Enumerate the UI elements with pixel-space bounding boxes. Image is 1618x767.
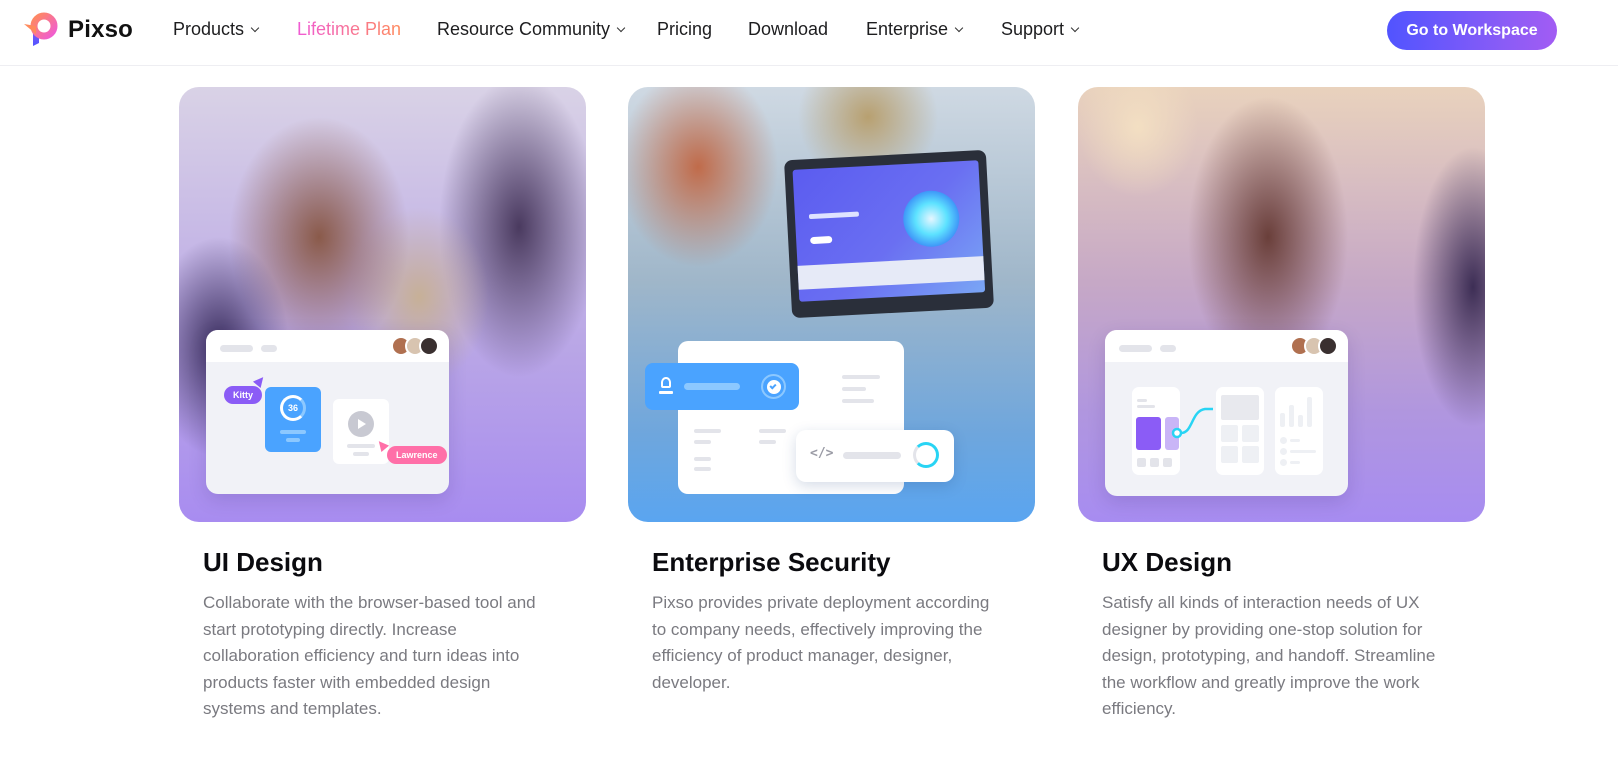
placeholder-bar	[694, 429, 721, 433]
placeholder-bar	[261, 345, 277, 352]
security-status-bar	[645, 363, 799, 410]
screen-graphic	[901, 189, 961, 249]
nav-products-label: Products	[173, 19, 245, 39]
check-circle-icon	[761, 374, 786, 399]
nav-enterprise-label: Enterprise	[866, 19, 949, 39]
ux-design-illustration	[1078, 87, 1485, 522]
collaborator-avatars	[1290, 336, 1338, 356]
ui-design-illustration: Kitty 36 Lawrence	[179, 87, 586, 522]
placeholder-bar	[843, 452, 901, 459]
nav-lifetime-plan[interactable]: Lifetime Plan	[297, 19, 401, 40]
placeholder-band	[797, 256, 985, 290]
nav-lifetime-plan-label: Lifetime Plan	[297, 19, 402, 39]
placeholder-bar	[684, 383, 740, 390]
nav-download[interactable]: Download	[748, 19, 828, 40]
avatar	[419, 336, 439, 356]
nav-resource-community[interactable]: Resource Community	[437, 19, 626, 40]
avatar	[1318, 336, 1338, 356]
progress-card: 36	[265, 387, 321, 452]
placeholder-bar	[694, 457, 711, 461]
code-icon: </>	[810, 446, 834, 461]
placeholder-bar	[1119, 345, 1152, 352]
card-title: UX Design	[1102, 547, 1233, 577]
pixso-logo-icon	[24, 12, 58, 46]
chevron-down-icon	[616, 23, 626, 32]
go-to-workspace-button[interactable]: Go to Workspace	[1387, 11, 1557, 50]
collaborator-avatars	[391, 336, 439, 356]
mock-window-header	[206, 330, 449, 362]
nav-download-label: Download	[748, 19, 829, 39]
card-title: UI Design	[203, 547, 323, 577]
placeholder-bar	[842, 375, 880, 379]
nav-support-label: Support	[1001, 19, 1065, 39]
placeholder-bar	[694, 440, 711, 444]
enterprise-security-illustration: </>	[628, 87, 1035, 522]
nav-pricing[interactable]: Pricing	[657, 19, 712, 40]
placeholder-bar	[842, 387, 866, 391]
pen-nib-icon	[659, 377, 673, 395]
placeholder-bar	[353, 452, 369, 456]
nav-resource-community-label: Resource Community	[437, 19, 611, 39]
placeholder-bar	[759, 440, 776, 444]
card-description: Satisfy all kinds of interaction needs o…	[1102, 593, 1436, 718]
placeholder-bar	[842, 399, 874, 403]
chevron-down-icon	[250, 23, 260, 32]
card-title: Enterprise Security	[652, 547, 891, 577]
chevron-down-icon	[1070, 23, 1080, 32]
placeholder-bar	[1160, 345, 1176, 352]
monitor-screen	[792, 160, 986, 302]
placeholder-bar	[759, 429, 786, 433]
nav-enterprise[interactable]: Enterprise	[866, 19, 964, 40]
placeholder-bar	[220, 345, 253, 352]
selected-block	[1136, 417, 1161, 450]
collaborator-tag-kitty: Kitty	[224, 386, 262, 404]
video-card	[333, 399, 389, 464]
placeholder-bar	[286, 438, 300, 442]
loading-ring-icon	[913, 442, 939, 468]
nav-products[interactable]: Products	[173, 19, 260, 40]
play-icon	[348, 411, 374, 437]
collaborator-tag-lawrence: Lawrence	[387, 446, 447, 464]
brand-name: Pixso	[68, 16, 134, 43]
top-navigation: Pixso Products Lifetime Plan Resource Co…	[0, 0, 1618, 66]
phone-frame	[1216, 387, 1264, 475]
feature-card-enterprise-security: </> Enterprise Security Pixso provides p…	[628, 87, 1035, 692]
placeholder-bar	[280, 430, 306, 434]
feature-card-ui-design: Kitty 36 Lawrence UI Design Collaborate …	[179, 87, 586, 718]
card-description: Collaborate with the browser-based tool …	[203, 593, 536, 718]
mock-design-window: Kitty 36 Lawrence	[206, 330, 449, 494]
placeholder-bar	[694, 467, 711, 471]
placeholder-bar	[347, 444, 375, 448]
mock-window-header	[1105, 330, 1348, 362]
chevron-down-icon	[954, 23, 964, 32]
placeholder-button	[810, 235, 833, 245]
nav-pricing-label: Pricing	[657, 19, 713, 39]
mock-prototype-window	[1105, 330, 1348, 496]
brand-logo[interactable]: Pixso	[22, 12, 133, 48]
monitor	[784, 149, 994, 319]
nav-support[interactable]: Support	[1001, 19, 1080, 40]
progress-ring: 36	[280, 395, 306, 421]
placeholder-bar	[808, 211, 860, 220]
phone-frame	[1275, 387, 1323, 475]
code-status-bar: </>	[796, 430, 954, 482]
card-description: Pixso provides private deployment accord…	[652, 593, 990, 692]
feature-card-ux-design: UX Design Satisfy all kinds of interacti…	[1078, 87, 1485, 718]
